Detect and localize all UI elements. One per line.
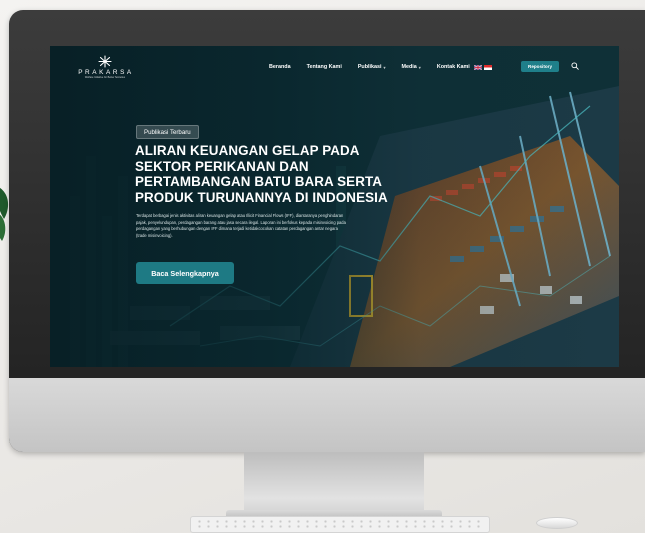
uk-flag-icon[interactable] bbox=[473, 64, 482, 70]
nav-item-label: Media bbox=[401, 64, 417, 70]
hero-description: Terdapat berbagai jenis aktivitas aliran… bbox=[136, 213, 346, 238]
nav-item-publikasi[interactable]: Publikasi ▾ bbox=[358, 64, 386, 70]
website-screen: PRAKARSA Welfare Initiative for Better S… bbox=[50, 46, 619, 367]
nav-item-media[interactable]: Media ▾ bbox=[402, 64, 421, 70]
latest-publication-badge: Publikasi Terbaru bbox=[136, 125, 199, 139]
repository-button[interactable]: Repository bbox=[521, 61, 559, 72]
hero-overlay bbox=[50, 46, 619, 367]
search-icon[interactable] bbox=[571, 62, 579, 70]
logo-mark-icon bbox=[98, 55, 112, 68]
nav-item-kontak-kami[interactable]: Kontak Kami bbox=[437, 64, 470, 70]
logo-text: PRAKARSA bbox=[78, 69, 134, 76]
nav-item-label: Beranda bbox=[269, 64, 291, 70]
top-navbar: PRAKARSA Welfare Initiative for Better S… bbox=[50, 46, 619, 88]
nav-item-beranda[interactable]: Beranda bbox=[269, 64, 291, 70]
chevron-down-icon: ▾ bbox=[383, 64, 386, 70]
hero-title: ALIRAN KEUANGAN GELAP PADA SEKTOR PERIKA… bbox=[135, 143, 388, 205]
indonesia-flag-icon[interactable] bbox=[483, 64, 492, 70]
nav-item-label: Kontak Kami bbox=[436, 64, 470, 70]
monitor-chin bbox=[9, 378, 645, 452]
chevron-down-icon: ▾ bbox=[418, 64, 421, 70]
nav-item-tentang-kami[interactable]: Tentang Kami bbox=[307, 64, 342, 70]
nav-item-label: Publikasi bbox=[357, 64, 382, 70]
main-menu: Beranda Tentang Kami Publikasi ▾ Media ▾… bbox=[269, 60, 494, 74]
mouse bbox=[536, 517, 578, 529]
monitor-stand bbox=[244, 452, 424, 518]
nav-item-label: Tentang Kami bbox=[306, 64, 342, 70]
keyboard bbox=[190, 516, 490, 533]
read-more-button[interactable]: Baca Selengkapnya bbox=[136, 262, 234, 284]
logo-tagline: Welfare Initiative for Better Societies bbox=[84, 76, 126, 79]
prakarsa-logo[interactable]: PRAKARSA Welfare Initiative for Better S… bbox=[76, 55, 134, 83]
